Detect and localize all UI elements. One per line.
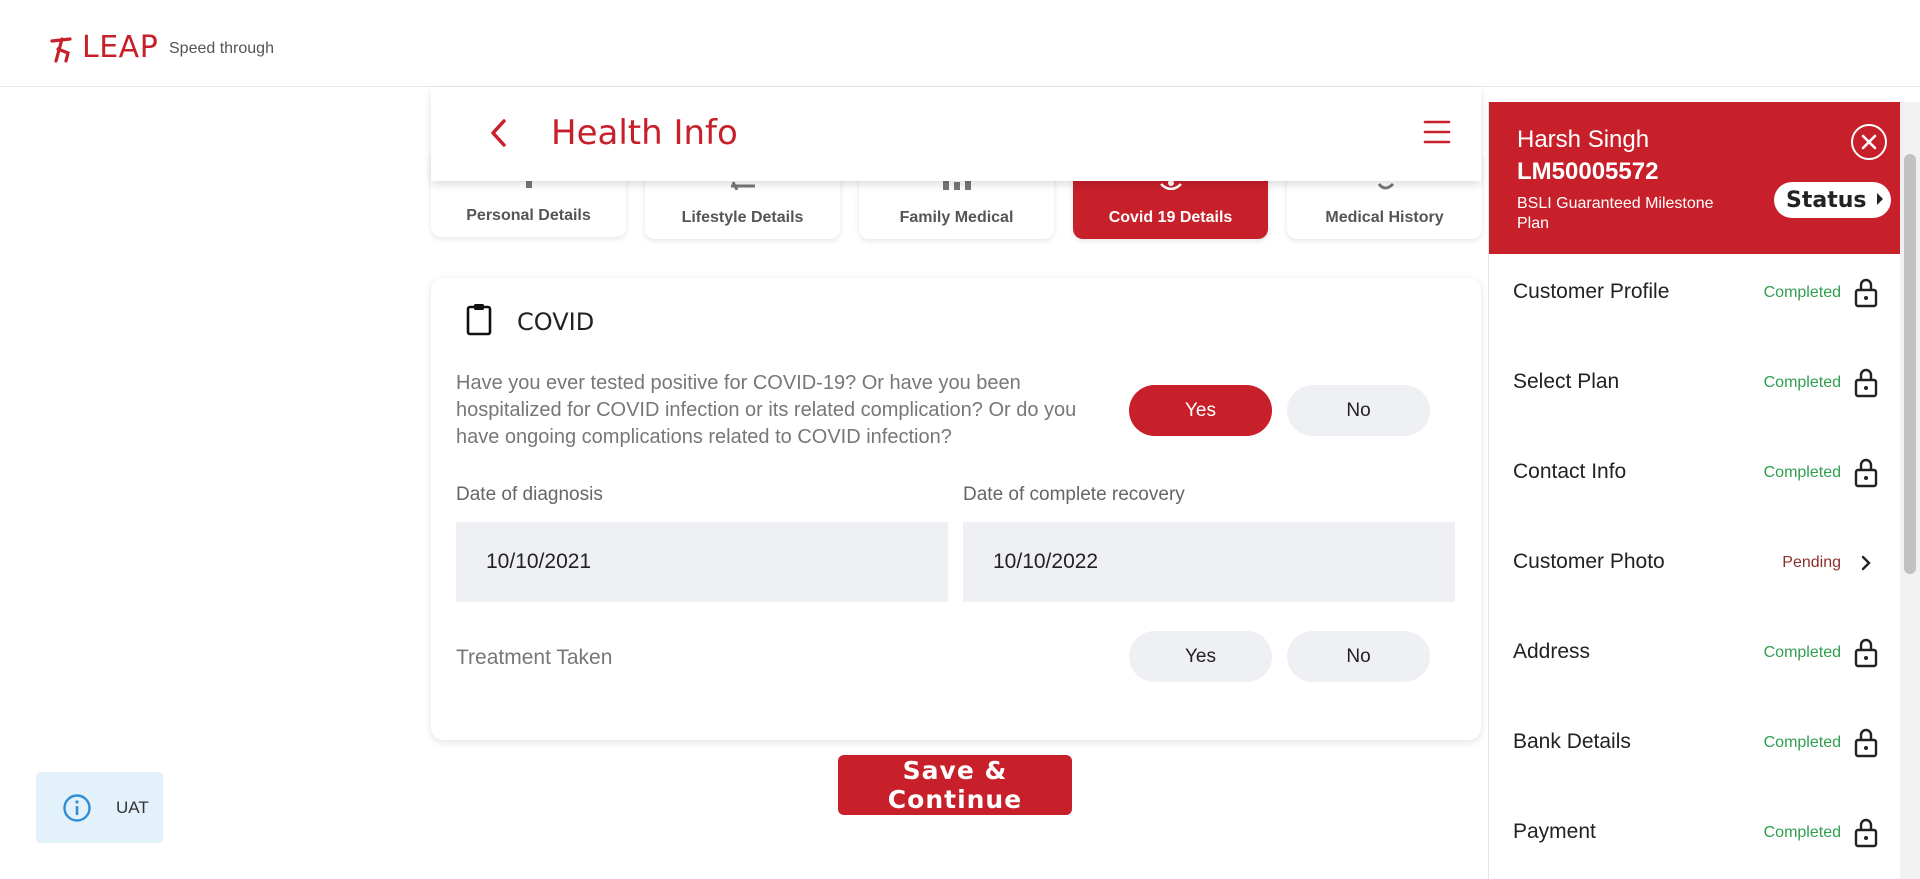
treatment-yes-button[interactable]: Yes [1129,631,1272,682]
covid-card: COVID Have you ever tested positive for … [431,278,1481,740]
recovery-date-field[interactable] [963,522,1455,602]
close-panel-button[interactable] [1851,124,1887,160]
customer-summary-card: Harsh Singh LM50005572 BSLI Guaranteed M… [1489,102,1900,254]
lock-icon [1854,368,1878,398]
step-customer-profile[interactable]: Customer Profile Completed [1489,254,1900,344]
step-label: Select Plan [1513,370,1620,393]
step-status: Completed [1763,374,1841,391]
step-label: Customer Photo [1513,550,1665,573]
step-customer-photo[interactable]: Customer Photo Pending [1489,524,1900,614]
chevron-right-icon [1861,555,1871,571]
step-label: Payment [1513,820,1596,843]
step-label: Customer Profile [1513,280,1670,303]
step-select-plan[interactable]: Select Plan Completed [1489,344,1900,434]
app-header: LEAP Speed through [0,0,1920,87]
step-status: Completed [1763,824,1841,841]
status-button[interactable]: Status [1774,182,1891,218]
customer-name: Harsh Singh [1517,126,1650,153]
lock-icon [1854,278,1878,308]
section-title: COVID [517,308,595,336]
step-address[interactable]: Address Completed [1489,614,1900,704]
scrollbar-thumb[interactable] [1904,154,1916,574]
step-label: Contact Info [1513,460,1627,483]
runner-logo-icon [50,36,72,63]
leap-logo[interactable]: LEAP [48,30,158,65]
plan-name: BSLI Guaranteed Milestone Plan [1517,195,1714,232]
panel-scrollbar[interactable] [1900,102,1920,879]
step-payment[interactable]: Payment Completed [1489,794,1900,879]
chevron-right-icon [1877,193,1883,205]
info-icon [63,793,91,822]
health-info-header: Health Info [431,87,1481,181]
covid-yes-button[interactable]: Yes [1129,385,1272,436]
lock-icon [1854,818,1878,848]
step-status: Pending [1782,554,1841,571]
brand-name: LEAP [82,30,159,65]
tab-label: Medical History [1325,209,1444,226]
diagnosis-date-label: Date of diagnosis [456,484,603,505]
step-status: Completed [1763,734,1841,751]
step-contact-info[interactable]: Contact Info Completed [1489,434,1900,524]
application-progress-panel: Harsh Singh LM50005572 BSLI Guaranteed M… [1488,102,1900,879]
step-label: Address [1513,640,1591,663]
lock-icon [1854,638,1878,668]
step-label: Bank Details [1513,730,1631,753]
brand-tagline: Speed through [169,40,274,57]
treatment-taken-label: Treatment Taken [456,646,613,669]
treatment-no-button[interactable]: No [1287,631,1430,682]
step-status: Completed [1763,284,1841,301]
application-id: LM50005572 [1517,158,1659,185]
page-title: Health Info [551,113,738,153]
back-arrow-icon[interactable] [483,117,515,149]
step-status: Completed [1763,464,1841,481]
step-status: Completed [1763,644,1841,661]
save-continue-button[interactable]: Save & Continue [838,755,1072,815]
environment-badge: UAT [36,772,163,843]
diagnosis-date-field[interactable] [456,522,948,602]
covid-question: Have you ever tested positive for COVID-… [456,372,1077,448]
close-icon [1861,134,1877,150]
lock-icon [1854,728,1878,758]
tab-label: Lifestyle Details [681,209,804,226]
lock-icon [1854,458,1878,488]
status-label: Status [1786,187,1867,213]
covid-no-button[interactable]: No [1287,385,1430,436]
step-bank-details[interactable]: Bank Details Completed [1489,704,1900,794]
hamburger-menu-icon[interactable] [1423,119,1451,145]
tab-label: Family Medical [899,209,1014,226]
environment-label: UAT [116,797,149,817]
recovery-date-label: Date of complete recovery [963,484,1185,505]
tab-label: Personal Details [466,207,591,224]
tab-label: Covid 19 Details [1108,209,1233,226]
clipboard-icon [466,304,492,336]
